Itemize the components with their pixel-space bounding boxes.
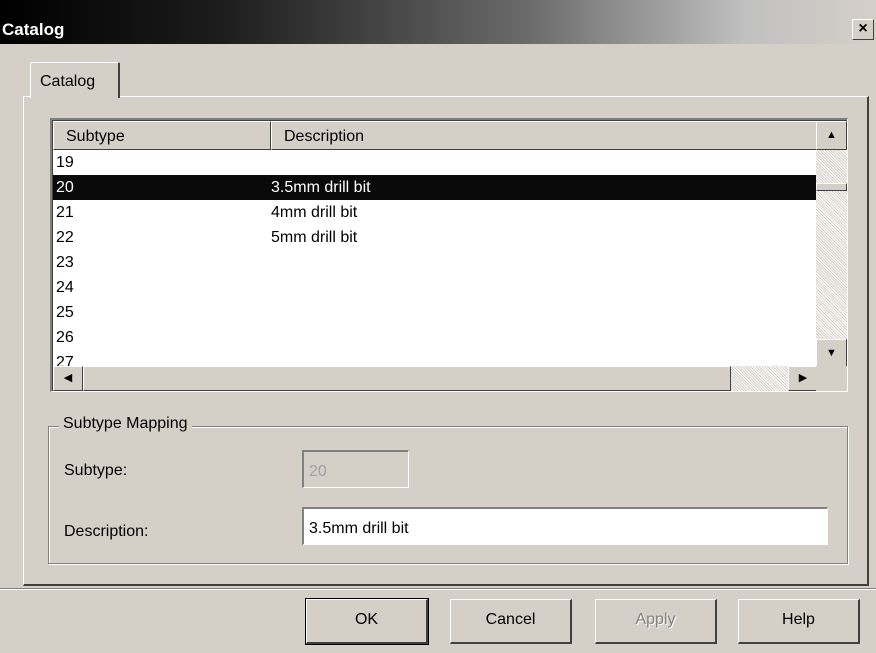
help-button[interactable]: Help xyxy=(738,599,860,644)
close-icon: × xyxy=(858,20,868,37)
tab-panel xyxy=(23,96,869,586)
ok-button[interactable]: OK xyxy=(305,598,429,645)
apply-button: Apply xyxy=(595,599,717,644)
title-bar: Catalog × xyxy=(0,0,876,44)
close-button[interactable]: × xyxy=(852,19,874,40)
tab-catalog-label: Catalog xyxy=(40,73,96,90)
dialog-separator xyxy=(0,588,876,590)
window-title: Catalog xyxy=(2,20,65,39)
tab-catalog[interactable]: Catalog xyxy=(30,62,120,98)
cancel-button[interactable]: Cancel xyxy=(450,599,572,644)
